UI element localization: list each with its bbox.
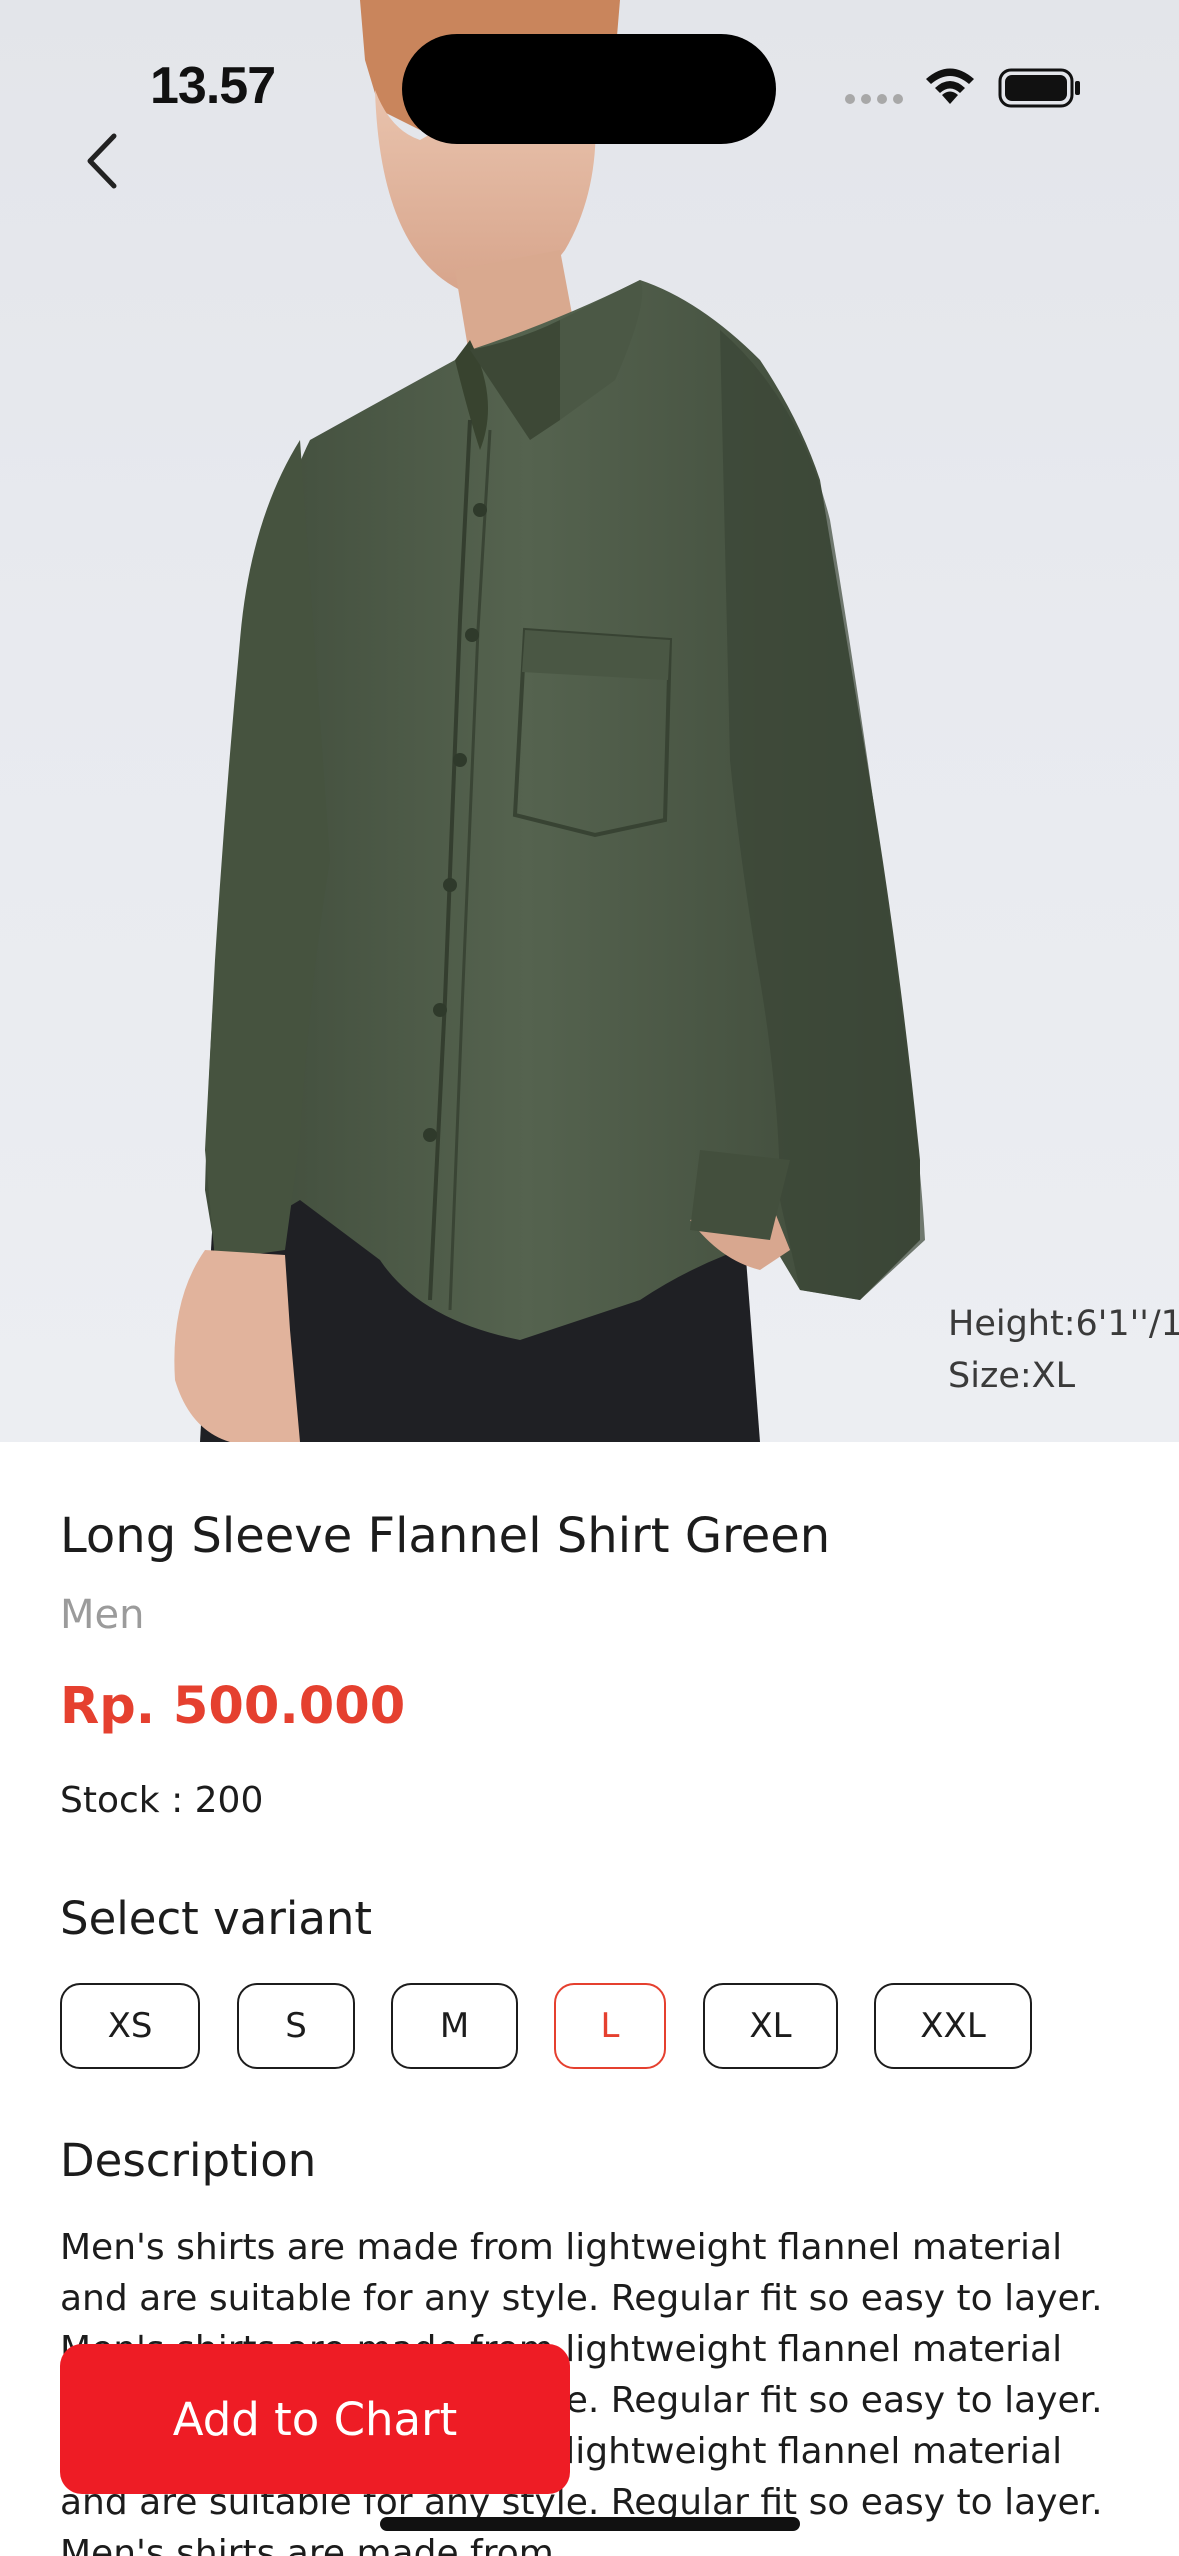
variant-option-xl[interactable]: XL (703, 1983, 838, 2069)
variant-option-xs[interactable]: XS (60, 1983, 200, 2069)
description-heading: Description (60, 2134, 317, 2187)
variant-heading: Select variant (60, 1892, 373, 1945)
product-stock: Stock : 200 (60, 1780, 264, 1821)
product-image: Height:6'1''/18 Size:XL (0, 0, 1179, 1442)
back-button[interactable] (72, 126, 132, 196)
model-size-label: Size:XL (948, 1356, 1076, 1396)
variant-option-m[interactable]: M (391, 1983, 518, 2069)
status-time: 13.57 (150, 57, 276, 115)
model-height-label: Height:6'1''/18 (948, 1304, 1179, 1344)
product-price: Rp. 500.000 (60, 1677, 406, 1736)
product-category: Men (60, 1592, 145, 1638)
variant-option-l[interactable]: L (554, 1983, 666, 2069)
home-indicator (380, 2517, 800, 2531)
product-title: Long Sleeve Flannel Shirt Green (60, 1508, 831, 1564)
product-detail-screen: Height:6'1''/18 Size:XL 13.57 Long Sleev… (0, 0, 1179, 2556)
add-to-cart-button[interactable]: Add to Chart (60, 2344, 570, 2494)
signal-dots-icon (845, 94, 903, 104)
wifi-icon (926, 68, 974, 104)
variant-option-s[interactable]: S (237, 1983, 355, 2069)
product-photo (174, 0, 925, 1442)
dynamic-island (402, 34, 776, 144)
chevron-left-icon (87, 133, 117, 189)
variant-option-xxl[interactable]: XXL (874, 1983, 1032, 2069)
battery-icon (998, 68, 1080, 108)
